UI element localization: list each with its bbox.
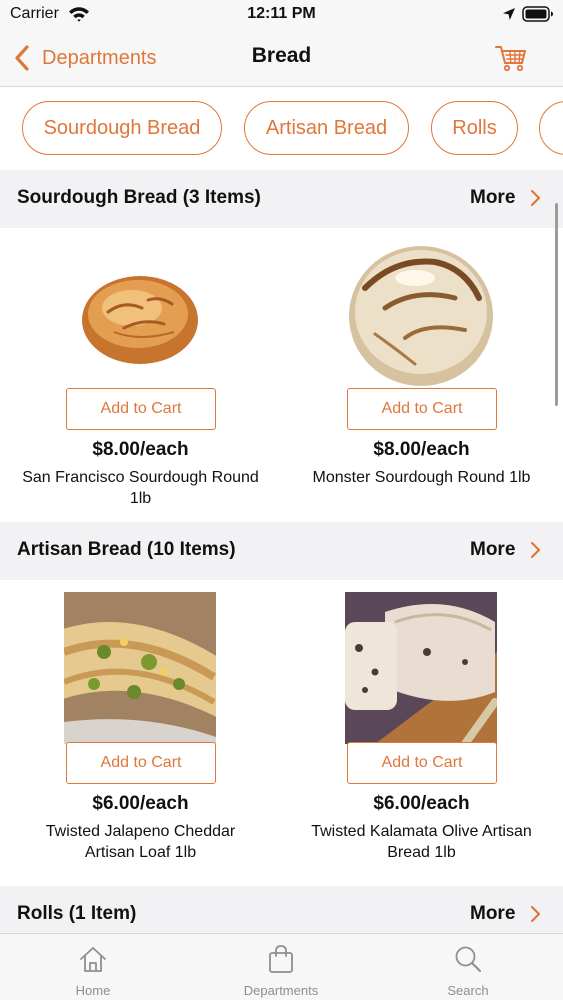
product-price: $8.00/each bbox=[373, 439, 470, 460]
tab-label: Departments bbox=[243, 983, 319, 998]
add-to-cart-button[interactable]: Add to Cart bbox=[347, 742, 497, 784]
chevron-right-icon bbox=[531, 189, 541, 207]
section-title: Artisan Bread (10 Items) bbox=[17, 539, 236, 560]
add-to-cart-button[interactable]: Add to Cart bbox=[347, 388, 497, 430]
more-label: More bbox=[470, 187, 516, 208]
product-card[interactable]: Add to Cart $6.00/each Twisted Jalapeno … bbox=[0, 582, 281, 874]
product-name[interactable]: Monster Sourdough Round 1lb bbox=[301, 467, 542, 488]
product-price: $6.00/each bbox=[92, 793, 189, 814]
tab-home[interactable]: Home bbox=[23, 934, 163, 1000]
chevron-right-icon bbox=[531, 541, 541, 559]
tab-bar: Home Departments Search bbox=[0, 933, 563, 1000]
scroll-indicator[interactable] bbox=[555, 203, 558, 406]
more-label: More bbox=[470, 539, 516, 560]
chip-artisan-bread[interactable]: Artisan Bread bbox=[244, 101, 409, 155]
battery-icon bbox=[522, 6, 553, 22]
product-price: $6.00/each bbox=[373, 793, 470, 814]
home-icon bbox=[80, 947, 106, 972]
product-image-round-loaf[interactable] bbox=[64, 238, 216, 390]
tab-label: Search bbox=[447, 983, 489, 998]
product-name[interactable]: Twisted Kalamata Olive Artisan Bread 1lb bbox=[301, 821, 542, 863]
product-price: $8.00/each bbox=[92, 439, 189, 460]
product-image-monster-loaf[interactable] bbox=[345, 238, 497, 390]
status-time: 12:11 PM bbox=[247, 5, 316, 22]
chip-sourdough-bread[interactable]: Sourdough Bread bbox=[22, 101, 222, 155]
product-card[interactable]: Add to Cart $8.00/each San Francisco Sou… bbox=[0, 228, 281, 520]
chip-partial[interactable] bbox=[539, 101, 563, 155]
add-to-cart-button[interactable]: Add to Cart bbox=[66, 742, 216, 784]
product-image-olive-loaf[interactable] bbox=[345, 592, 497, 744]
add-to-cart-button[interactable]: Add to Cart bbox=[66, 388, 216, 430]
product-name[interactable]: San Francisco Sourdough Round 1lb bbox=[20, 467, 261, 509]
tab-search[interactable]: Search bbox=[398, 934, 538, 1000]
location-arrow-icon bbox=[503, 8, 515, 20]
more-button[interactable]: More bbox=[470, 536, 541, 564]
more-button[interactable]: More bbox=[470, 184, 541, 212]
page-title: Bread bbox=[251, 44, 312, 67]
navigation-bar: Departments Bread bbox=[0, 30, 563, 87]
search-icon bbox=[455, 946, 481, 972]
section-header-artisan: Artisan Bread (10 Items) More bbox=[0, 522, 563, 580]
section-title: Rolls (1 Item) bbox=[17, 903, 137, 924]
chip-rolls[interactable]: Rolls bbox=[431, 101, 518, 155]
product-name[interactable]: Twisted Jalapeno Cheddar Artisan Loaf 1l… bbox=[20, 821, 261, 863]
more-button[interactable]: More bbox=[470, 900, 541, 928]
tab-departments[interactable]: Departments bbox=[211, 934, 351, 1000]
cart-icon[interactable] bbox=[494, 42, 528, 74]
product-card[interactable]: Add to Cart $6.00/each Twisted Kalamata … bbox=[281, 582, 562, 874]
product-card[interactable]: Add to Cart $8.00/each Monster Sourdough… bbox=[281, 228, 562, 520]
chevron-right-icon bbox=[531, 905, 541, 923]
status-bar: Carrier 12:11 PM bbox=[0, 0, 563, 30]
more-label: More bbox=[470, 903, 516, 924]
section-title: Sourdough Bread (3 Items) bbox=[17, 187, 261, 208]
tab-label: Home bbox=[75, 983, 111, 998]
shopping-bag-icon bbox=[269, 945, 293, 973]
product-image-jalapeno-loaf[interactable] bbox=[64, 592, 216, 744]
section-header-sourdough: Sourdough Bread (3 Items) More bbox=[0, 170, 563, 228]
category-chips: Sourdough Bread Artisan Bread Rolls bbox=[0, 88, 563, 170]
